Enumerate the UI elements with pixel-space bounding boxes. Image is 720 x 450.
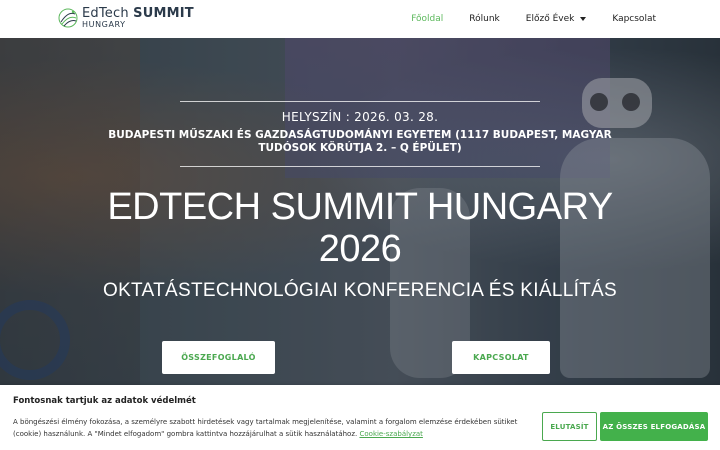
cookie-text: A böngészési élmény fokozása, a személyr…: [13, 418, 518, 438]
summary-button[interactable]: ÖSSZEFOGLALÓ: [162, 341, 275, 374]
site-logo[interactable]: EdTech SUMMIT HUNGARY: [57, 7, 194, 29]
nav-about-label: Rólunk: [469, 14, 500, 24]
hero-section: HELYSZÍN : 2026. 03. 28. BUDAPESTI MŰSZA…: [0, 38, 720, 385]
main-nav: Főoldal Rólunk Előző Évek Kapcsolat: [385, 0, 656, 38]
hero-subtitle: OKTATÁSTECHNOLÓGIAI KONFERENCIA ÉS KIÁLL…: [103, 280, 617, 301]
divider-line: [180, 101, 540, 102]
hero-title: EDTECH SUMMIT HUNGARY 2026: [0, 186, 720, 270]
nav-about[interactable]: Rólunk: [469, 14, 499, 24]
logo-word-hungary: HUNGARY: [82, 20, 126, 29]
chevron-down-icon: [580, 17, 587, 21]
nav-home-label: Főoldal: [411, 14, 444, 24]
cookie-policy-link[interactable]: Cookie-szabályzat: [359, 430, 422, 438]
logo-word-summit: SUMMIT: [133, 6, 194, 21]
nav-home[interactable]: Főoldal: [411, 14, 443, 24]
nav-previous-years-label: Előző Évek: [525, 14, 575, 24]
divider-line: [180, 166, 540, 167]
site-header: EdTech SUMMIT HUNGARY Főoldal Rólunk Elő…: [0, 0, 720, 38]
reject-cookies-button[interactable]: ELUTASÍT: [542, 412, 597, 441]
event-location-date: HELYSZÍN : 2026. 03. 28.: [281, 110, 439, 124]
hero-content: HELYSZÍN : 2026. 03. 28. BUDAPESTI MŰSZA…: [0, 38, 720, 385]
nav-previous-years[interactable]: Előző Évek: [526, 14, 587, 24]
nav-contact-label: Kapcsolat: [612, 14, 656, 24]
globe-logo-icon: [58, 8, 78, 28]
hero-title-line1: EDTECH SUMMIT HUNGARY: [107, 186, 613, 228]
nav-contact[interactable]: Kapcsolat: [612, 14, 656, 24]
hero-title-line2: 2026: [318, 228, 402, 270]
logo-word-edtech: EdTech: [82, 6, 129, 21]
contact-button[interactable]: KAPCSOLAT: [452, 341, 550, 374]
cookie-description: A böngészési élmény fokozása, a személyr…: [13, 416, 528, 440]
event-venue: BUDAPESTI MŰSZAKI ÉS GAZDASÁGTUDOMÁNYI E…: [108, 129, 612, 154]
cookie-title: Fontosnak tartjuk az adatok védelmét: [13, 396, 196, 406]
accept-all-cookies-button[interactable]: AZ ÖSSZES ELFOGADÁSA: [600, 412, 708, 441]
